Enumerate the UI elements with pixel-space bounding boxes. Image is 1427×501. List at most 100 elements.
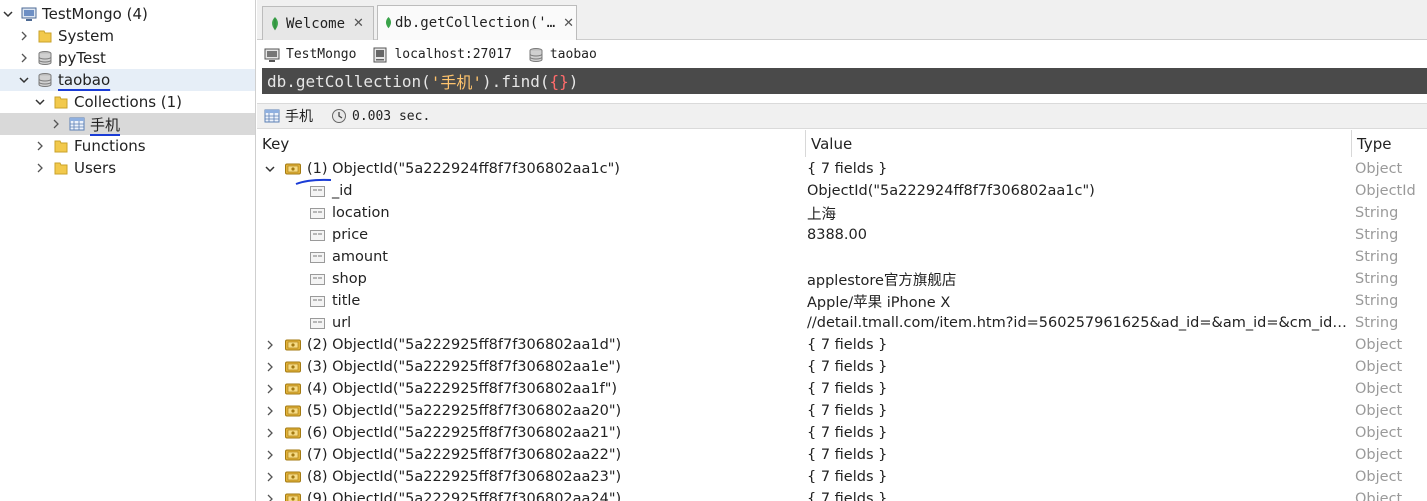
key-cell: _id — [257, 180, 803, 202]
tree-collection-shouji[interactable]: 手机 — [0, 113, 255, 135]
tree-users-folder[interactable]: Users — [0, 157, 255, 179]
close-icon[interactable]: ✕ — [353, 16, 364, 31]
chevron-down-icon[interactable] — [34, 96, 46, 108]
value-cell: { 7 fields } — [807, 158, 1349, 180]
database-icon — [529, 47, 543, 62]
chevron-right-icon[interactable] — [264, 405, 276, 417]
value-cell: 8388.00 — [807, 224, 1349, 246]
type-cell: Object — [1355, 381, 1403, 397]
tree-collections-folder[interactable]: Collections (1) — [0, 91, 255, 113]
row-value: //detail.tmall.com/item.htm?id=560257961… — [807, 315, 1349, 331]
string-field-icon — [310, 295, 325, 307]
document-row[interactable]: (3) ObjectId("5a222925ff8f7f306802aa1e")… — [257, 356, 1427, 378]
document-row[interactable]: (4) ObjectId("5a222925ff8f7f306802aa1f")… — [257, 378, 1427, 400]
database-label-pytest: pyTest — [58, 49, 106, 67]
column-header-value[interactable]: Value — [806, 130, 1352, 157]
tab-welcome[interactable]: Welcome ✕ — [262, 6, 374, 40]
value-cell: Apple/苹果 iPhone X — [807, 290, 1349, 312]
document-key-icon — [285, 493, 301, 501]
connection-info-bar: TestMongo localhost:27017 taobao — [257, 41, 1427, 68]
mongo-leaf-icon — [385, 17, 392, 29]
row-value: applestore官方旗舰店 — [807, 272, 957, 289]
collections-folder-label: Collections (1) — [74, 93, 183, 111]
query-collection-arg: '手机' — [430, 73, 483, 92]
field-row[interactable]: amount String — [257, 246, 1427, 268]
chevron-right-icon[interactable] — [34, 140, 46, 152]
field-row[interactable]: url //detail.tmall.com/item.htm?id=560257… — [257, 312, 1427, 334]
database-label-taobao: taobao — [58, 71, 111, 89]
row-value: { 7 fields } — [807, 403, 888, 419]
key-cell: (1) ObjectId("5a222924ff8f7f306802aa1c") — [257, 158, 803, 180]
type-cell: String — [1355, 227, 1399, 243]
chevron-right-icon[interactable] — [264, 383, 276, 395]
document-row[interactable]: (9) ObjectId("5a222925ff8f7f306802aa24")… — [257, 488, 1427, 501]
tab-query[interactable]: db.getCollection('… ✕ — [377, 5, 577, 40]
chevron-right-icon[interactable] — [18, 52, 30, 64]
key-cell: (8) ObjectId("5a222925ff8f7f306802aa23") — [257, 466, 803, 488]
chevron-right-icon[interactable] — [18, 30, 30, 42]
field-row[interactable]: shop applestore官方旗舰店 String — [257, 268, 1427, 290]
query-editor[interactable]: db.getCollection('手机').find({}) — [262, 68, 1427, 94]
chevron-down-icon[interactable] — [18, 74, 30, 86]
tree-database-taobao[interactable]: taobao — [0, 69, 255, 91]
query-find: ).find( — [482, 71, 550, 91]
field-row[interactable]: _id ObjectId("5a222924ff8f7f306802aa1c") O… — [257, 180, 1427, 202]
tree-database-pytest[interactable]: pyTest — [0, 47, 255, 69]
field-row[interactable]: title Apple/苹果 iPhone X String — [257, 290, 1427, 312]
document-row[interactable]: (5) ObjectId("5a222925ff8f7f306802aa20")… — [257, 400, 1427, 422]
chevron-right-icon[interactable] — [264, 361, 276, 373]
type-cell: Object — [1355, 161, 1403, 177]
key-cell: price — [257, 224, 803, 246]
chevron-right-icon[interactable] — [264, 427, 276, 439]
document-row[interactable]: (2) ObjectId("5a222925ff8f7f306802aa1d")… — [257, 334, 1427, 356]
key-cell: (6) ObjectId("5a222925ff8f7f306802aa21") — [257, 422, 803, 444]
value-cell — [807, 246, 1349, 268]
field-row[interactable]: location 上海 String — [257, 202, 1427, 224]
tree-connection[interactable]: TestMongo (4) — [0, 3, 255, 25]
value-cell: applestore官方旗舰店 — [807, 268, 1349, 290]
chevron-right-icon[interactable] — [34, 162, 46, 174]
key-cell: (7) ObjectId("5a222925ff8f7f306802aa22") — [257, 444, 803, 466]
document-row[interactable]: (1) ObjectId("5a222924ff8f7f306802aa1c")… — [257, 158, 1427, 180]
chevron-right-icon[interactable] — [50, 118, 62, 130]
key-cell: title — [257, 290, 803, 312]
document-row[interactable]: (7) ObjectId("5a222925ff8f7f306802aa22")… — [257, 444, 1427, 466]
document-key-icon — [285, 405, 301, 417]
row-key: (6) ObjectId("5a222925ff8f7f306802aa21") — [307, 425, 622, 441]
close-icon[interactable]: ✕ — [563, 16, 574, 31]
type-cell: Object — [1355, 337, 1403, 353]
type-cell: Object — [1355, 359, 1403, 375]
type-cell: Object — [1355, 491, 1403, 501]
type-cell: String — [1355, 249, 1399, 265]
document-row[interactable]: (6) ObjectId("5a222925ff8f7f306802aa21")… — [257, 422, 1427, 444]
chevron-down-icon[interactable] — [264, 163, 276, 175]
type-cell: String — [1355, 205, 1399, 221]
row-key: location — [332, 205, 390, 221]
document-row[interactable]: (8) ObjectId("5a222925ff8f7f306802aa23")… — [257, 466, 1427, 488]
row-value: { 7 fields } — [807, 381, 888, 397]
chevron-right-icon[interactable] — [264, 493, 276, 501]
row-value: { 7 fields } — [807, 425, 888, 441]
results-tree-table[interactable]: Key Value Type (1) ObjectId("5a222924ff8… — [257, 130, 1427, 501]
computer-icon — [21, 7, 37, 21]
chevron-right-icon[interactable] — [264, 449, 276, 461]
collection-label: 手机 — [90, 115, 121, 134]
table-icon — [69, 117, 85, 131]
type-cell: Object — [1355, 425, 1403, 441]
chevron-down-icon[interactable] — [2, 8, 14, 20]
string-field-icon — [310, 251, 325, 263]
column-header-type[interactable]: Type — [1352, 130, 1427, 157]
row-key: amount — [332, 249, 388, 265]
chevron-right-icon[interactable] — [264, 471, 276, 483]
tree-functions-folder[interactable]: Functions — [0, 135, 255, 157]
chevron-right-icon[interactable] — [264, 339, 276, 351]
type-cell: String — [1355, 293, 1399, 309]
value-cell: { 7 fields } — [807, 466, 1349, 488]
row-key: (8) ObjectId("5a222925ff8f7f306802aa23") — [307, 469, 622, 485]
field-row[interactable]: price 8388.00 String — [257, 224, 1427, 246]
type-cell: Object — [1355, 447, 1403, 463]
clock-icon — [332, 109, 346, 123]
tree-folder-system[interactable]: System — [0, 25, 255, 47]
column-header-key[interactable]: Key — [257, 130, 806, 157]
info-database-label: taobao — [549, 47, 597, 62]
